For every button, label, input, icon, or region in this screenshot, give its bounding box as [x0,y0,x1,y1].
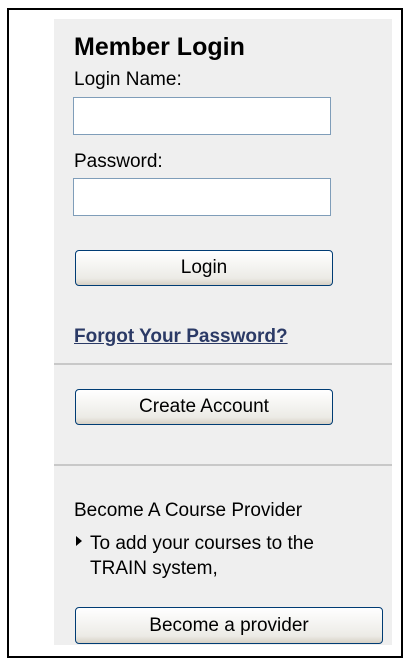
member-login-panel: Member Login Login Name: Password: Login… [54,19,392,645]
login-name-input[interactable] [73,97,331,135]
password-label: Password: [74,151,163,172]
forgot-password-link[interactable]: Forgot Your Password? [74,326,288,348]
become-provider-button[interactable]: Become a provider [75,607,383,644]
panel-title: Member Login [74,33,245,61]
section-divider [54,363,392,365]
section-divider [54,464,392,466]
bullet-arrow-icon [76,536,82,546]
login-button[interactable]: Login [75,250,333,286]
provider-heading: Become A Course Provider [74,500,303,521]
login-widget-frame: Member Login Login Name: Password: Login… [7,8,403,658]
login-name-label: Login Name: [74,69,182,90]
password-input[interactable] [73,178,331,216]
create-account-button[interactable]: Create Account [75,389,333,425]
provider-bullet-text: To add your courses to the TRAIN system, [90,533,314,579]
